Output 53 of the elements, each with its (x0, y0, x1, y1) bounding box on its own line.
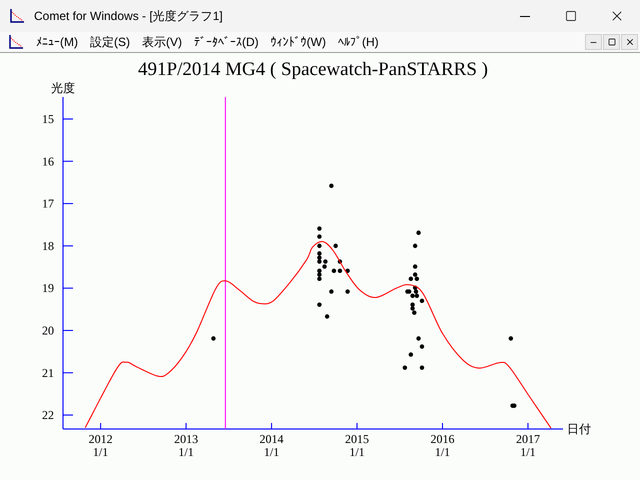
y-tick-label: 21 (42, 366, 54, 380)
y-tick-label: 17 (42, 196, 54, 211)
x-tick-label: 2013 1/1 (174, 432, 198, 459)
mdi-close-button[interactable] (621, 34, 638, 50)
data-point (416, 230, 421, 235)
y-tick-label: 20 (42, 323, 54, 338)
data-point (420, 365, 424, 370)
y-tick-label: 22 (42, 408, 54, 422)
data-point (317, 234, 322, 239)
restore-icon (608, 38, 616, 46)
data-point (508, 336, 514, 341)
x-axis-label: 日付 (567, 422, 591, 436)
x-tick-label: 2014 1/1 (260, 432, 284, 459)
data-point (420, 344, 424, 349)
menu-item[interactable]: 表示(V) (136, 32, 188, 52)
window-title: Comet for Windows - [光度グラフ1] (34, 8, 223, 25)
y-axis-label: 光度 (51, 81, 75, 95)
chart-icon (9, 8, 25, 24)
data-point (324, 314, 330, 319)
data-point (338, 259, 342, 264)
menu-item[interactable]: ﾃﾞｰﾀﾍﾞｰｽ(D) (188, 32, 265, 52)
maximize-icon (565, 10, 577, 22)
x-tick-label: 2017 1/1 (516, 432, 540, 459)
data-point (317, 244, 322, 248)
mdi-minimize-button[interactable] (585, 34, 602, 50)
data-point (333, 244, 338, 248)
y-tick-label: 15 (42, 112, 54, 126)
y-tick-label: 19 (42, 281, 54, 296)
menu-item[interactable]: ﾍﾙﾌﾟ(H) (332, 32, 385, 52)
data-point (412, 264, 418, 269)
x-tick-label: 2016 1/1 (430, 432, 454, 459)
data-point (408, 352, 414, 357)
y-tick-label: 18 (42, 238, 54, 253)
data-point (329, 184, 334, 188)
data-point (345, 289, 350, 294)
chart-icon (8, 34, 24, 50)
close-icon (624, 37, 634, 47)
mdi-restore-button[interactable] (603, 34, 620, 50)
data-point (416, 336, 421, 341)
data-point (329, 289, 334, 294)
data-point (317, 302, 322, 307)
data-point (412, 244, 418, 248)
data-point (402, 365, 408, 370)
menu-item[interactable]: ｳｨﾝﾄﾞｳ(W) (264, 32, 332, 52)
data-point (317, 226, 322, 231)
data-point (345, 268, 350, 274)
chart-title: 491P/2014 MG4 ( Spacewatch-PanSTARRS ) (138, 59, 488, 80)
x-tick-label: 2012 1/1 (88, 432, 113, 459)
menu-item[interactable]: 設定(S) (84, 32, 136, 52)
menu-item[interactable]: ﾒﾆｭｰ(M) (30, 32, 84, 52)
x-tick-label: 2015 1/1 (345, 432, 370, 459)
data-point (211, 336, 216, 341)
y-tick-label: 16 (42, 154, 54, 168)
